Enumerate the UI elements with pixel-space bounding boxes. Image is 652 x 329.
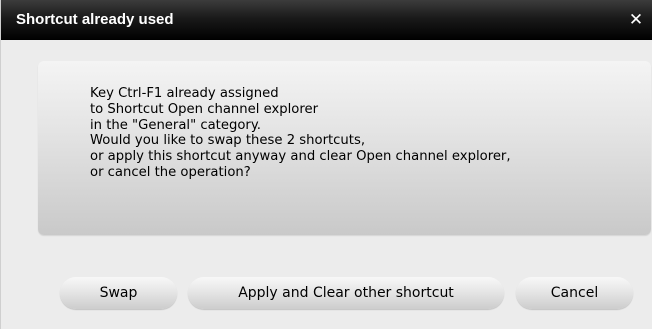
cancel-button[interactable]: Cancel <box>516 277 633 309</box>
dialog-message: Key Ctrl-F1 already assigned to Shortcut… <box>90 86 511 180</box>
swap-button[interactable]: Swap <box>60 277 177 309</box>
dialog-titlebar[interactable]: Shortcut already used ✕ <box>1 0 652 40</box>
dialog-title: Shortcut already used <box>16 11 174 28</box>
shortcut-conflict-dialog: Shortcut already used ✕ Key Ctrl-F1 alre… <box>0 0 652 329</box>
message-panel: Key Ctrl-F1 already assigned to Shortcut… <box>38 61 651 235</box>
apply-and-clear-button[interactable]: Apply and Clear other shortcut <box>188 277 504 309</box>
close-icon[interactable]: ✕ <box>625 9 647 31</box>
